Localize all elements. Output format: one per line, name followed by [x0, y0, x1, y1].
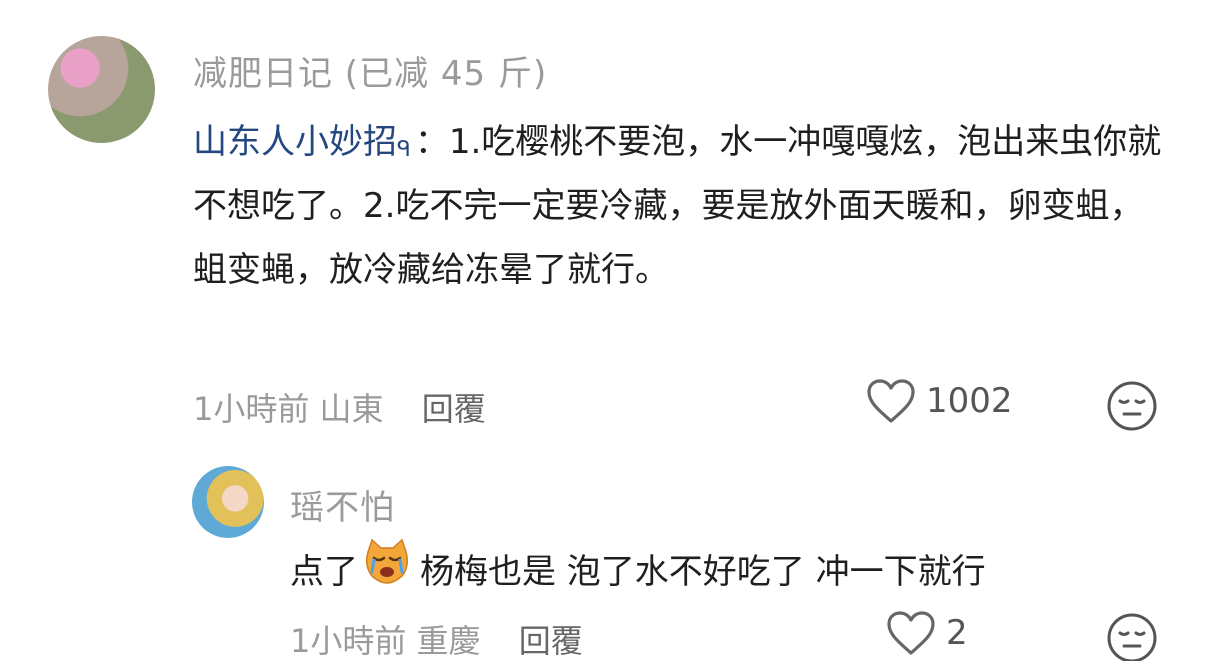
search-icon: ᑫ: [397, 137, 411, 162]
comment-meta: 1小時前 山東 回覆: [193, 384, 486, 430]
reply-body: 点了 杨梅也是 泡了水不好吃了 冲一下就行: [290, 538, 986, 601]
crying-cat-emoji-icon: [362, 538, 412, 601]
reply-like-button[interactable]: 2: [886, 610, 968, 656]
heart-icon: [886, 610, 936, 656]
reply-button[interactable]: 回覆: [422, 390, 486, 428]
reply-username[interactable]: 瑶不怕: [290, 480, 395, 529]
comment-body: 山东人小妙招ᑫ ：1.吃樱桃不要泡，水一冲嘎嘎炫，泡出来虫你就不想吃了。2.吃不完…: [193, 110, 1163, 302]
reply-text-start: 点了: [290, 552, 358, 592]
reply-location: 重慶: [416, 622, 481, 660]
like-count: 1002: [926, 381, 1013, 421]
reply-avatar[interactable]: [192, 466, 264, 538]
like-button[interactable]: 1002: [866, 378, 1013, 424]
reply-emoji-reaction-button[interactable]: [1106, 612, 1158, 661]
avatar[interactable]: [48, 36, 155, 143]
comment-thread: 减肥日记 (已减 45 斤) 山东人小妙招ᑫ ：1.吃樱桃不要泡，水一冲嘎嘎炫，泡…: [0, 0, 1206, 661]
heart-icon: [866, 378, 916, 424]
comment-location: 山東: [319, 390, 384, 428]
reply-text-end: 杨梅也是 泡了水不好吃了 冲一下就行: [420, 552, 986, 592]
emoji-reaction-button[interactable]: [1106, 380, 1158, 432]
mention-link[interactable]: 山东人小妙招ᑫ: [193, 122, 415, 162]
mention-name: 山东人小妙招: [193, 122, 397, 162]
reply-reply-button[interactable]: 回覆: [519, 622, 583, 660]
comment-username[interactable]: 减肥日记 (已减 45 斤): [193, 46, 547, 95]
neutral-face-icon: [1107, 381, 1157, 431]
reply-meta: 1小時前 重慶 回覆: [290, 616, 583, 661]
reply-time: 1小時前: [290, 622, 407, 660]
reply-like-count: 2: [946, 613, 968, 653]
neutral-face-icon: [1107, 613, 1157, 661]
comment-time: 1小時前: [193, 390, 310, 428]
